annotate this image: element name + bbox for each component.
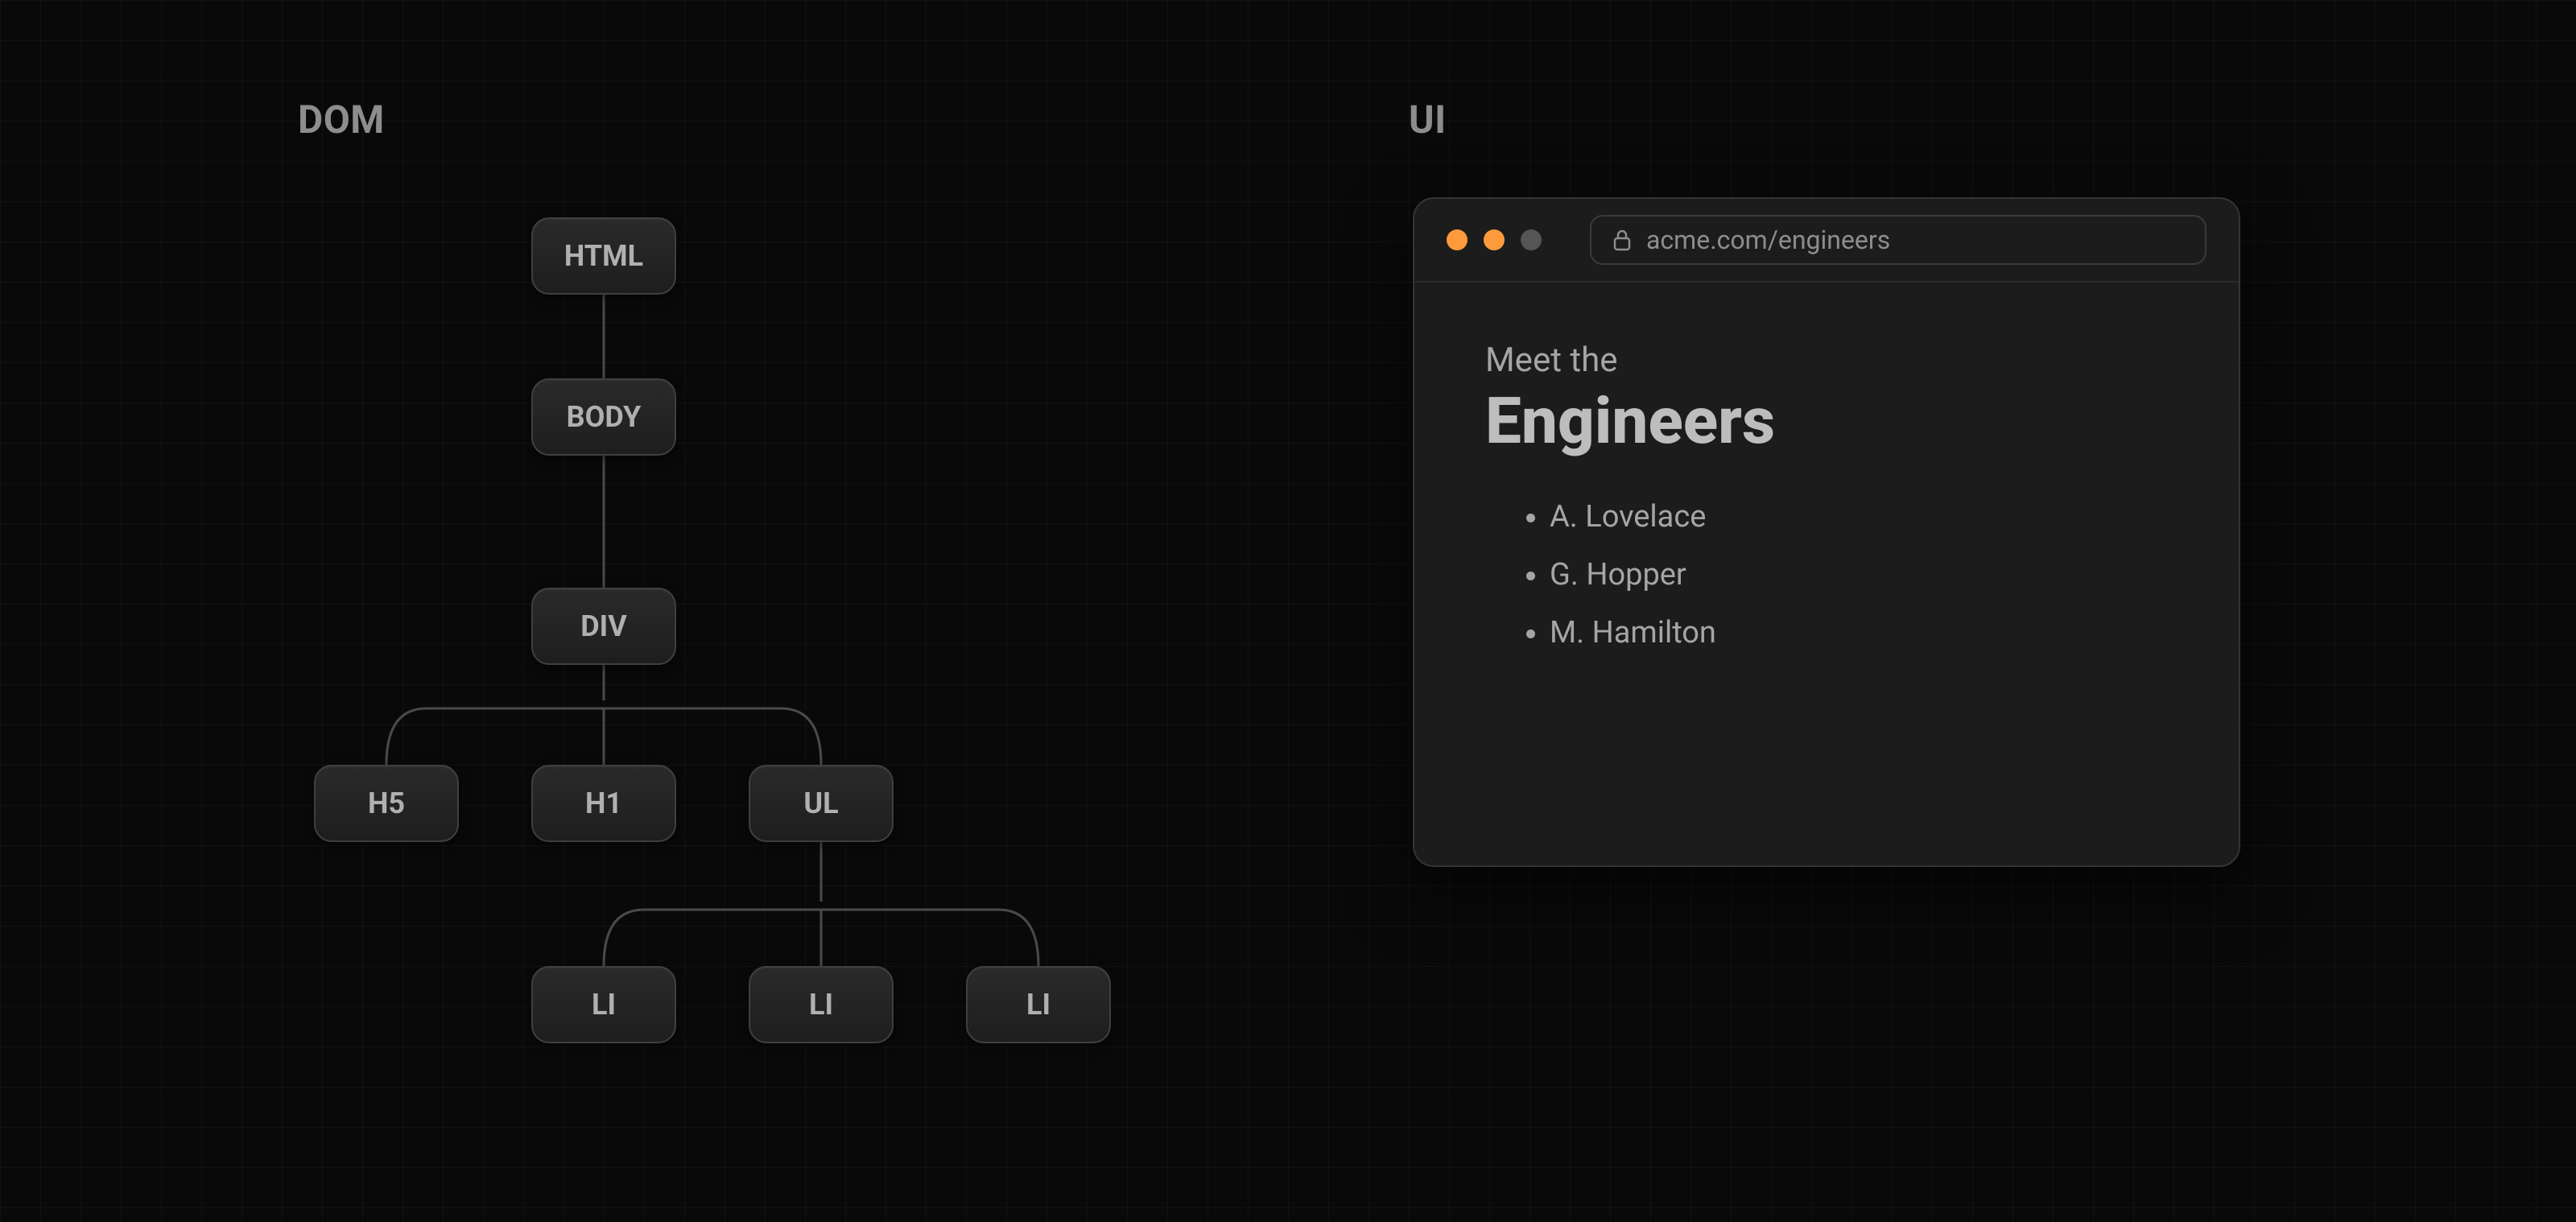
traffic-min-icon[interactable] [1484,229,1505,250]
browser-toolbar: acme.com/engineers [1414,199,2239,283]
dom-tree: HTML BODY DIV H5 H1 UL LI LI LI [242,201,1127,1167]
traffic-lights [1447,229,1542,250]
section-label-ui: UI [1409,97,1447,142]
tree-node-ul: UL [749,765,894,842]
browser-viewport: Meet the Engineers A. Lovelace G. Hopper… [1414,283,2239,720]
tree-node-body: BODY [531,378,676,456]
page-title: Engineers [1485,383,2168,459]
list-item: G. Hopper [1550,546,2168,604]
page-subheading: Meet the [1485,341,2168,380]
url-text: acme.com/engineers [1646,225,1890,255]
list-item: M. Hamilton [1550,604,2168,662]
browser-window: acme.com/engineers Meet the Engineers A.… [1413,197,2240,867]
tree-node-h5: H5 [314,765,459,842]
tree-node-div: DIV [531,588,676,665]
lock-icon [1612,229,1632,251]
list-item: A. Lovelace [1550,488,2168,546]
url-bar[interactable]: acme.com/engineers [1590,215,2207,265]
engineers-list: A. Lovelace G. Hopper M. Hamilton [1485,488,2168,663]
section-label-dom: DOM [298,97,385,142]
traffic-close-icon[interactable] [1447,229,1468,250]
tree-node-li-2: LI [749,966,894,1043]
tree-node-li-3: LI [966,966,1111,1043]
tree-node-li-1: LI [531,966,676,1043]
tree-node-h1: H1 [531,765,676,842]
traffic-max-icon[interactable] [1521,229,1542,250]
tree-node-html: HTML [531,217,676,295]
